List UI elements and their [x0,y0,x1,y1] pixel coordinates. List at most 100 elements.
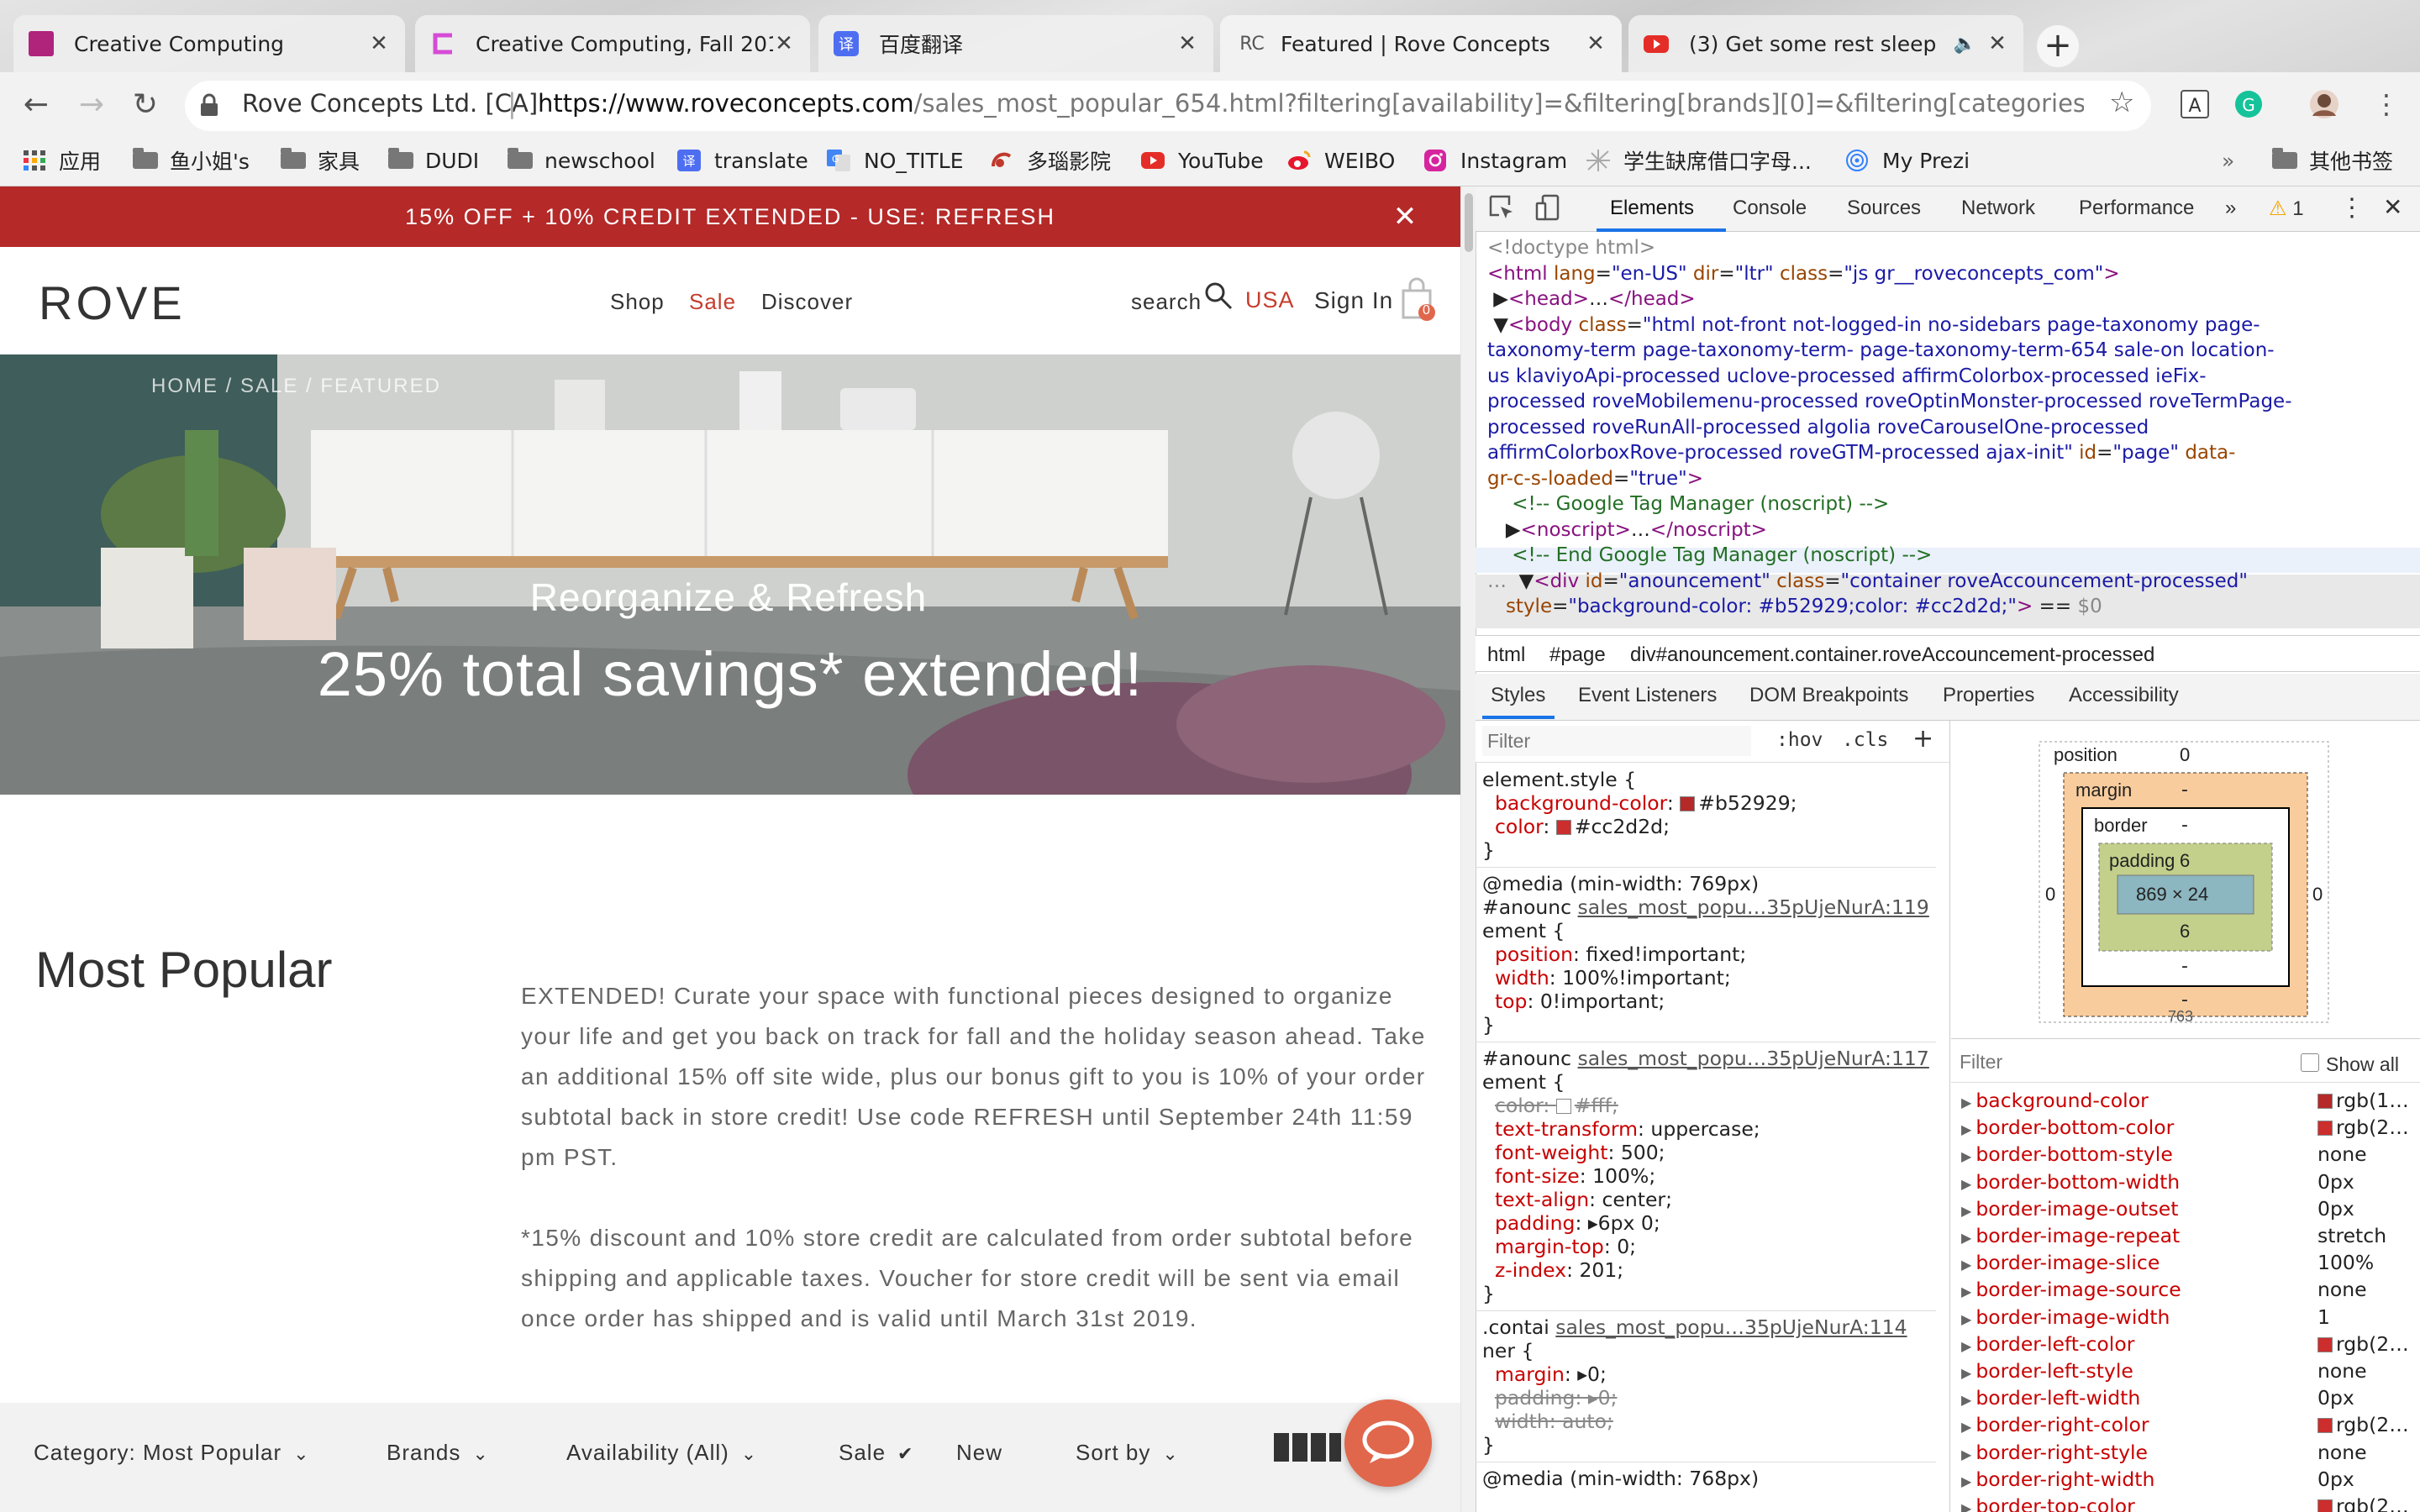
expand-arrow-icon[interactable]: ▶ [1961,1203,1975,1219]
tab-rove-concepts[interactable]: RC Featured | Rove Concepts ✕ [1220,15,1622,72]
crumb-anouncement[interactable]: div#anouncement.container.roveAccounceme… [1630,643,2154,667]
region-selector[interactable]: USA [1245,287,1295,313]
computed-row[interactable]: ▶ border-left-style none [1961,1357,2367,1387]
tab-network[interactable]: Network [1961,197,2035,220]
expand-arrow-icon[interactable]: ▶ [1961,1121,1975,1137]
bookmark-instagram[interactable]: Instagram [1423,141,1567,180]
grammarly-icon[interactable]: G [2232,87,2265,121]
bookmark-student[interactable]: 学生缺席借口字母... [1586,141,1812,180]
more-tabs[interactable]: » [2225,197,2236,220]
tab-creative-computing-fall[interactable]: Creative Computing, Fall 2018 ✕ [415,15,810,72]
subtab-accessibility[interactable]: Accessibility [2069,684,2179,707]
search-icon[interactable] [1203,281,1234,311]
crumb-page[interactable]: #page [1549,643,1606,667]
close-icon[interactable]: ✕ [1176,31,1198,56]
bookmark-youtube[interactable]: YouTube [1141,141,1264,180]
expand-arrow-icon[interactable]: ▶ [1961,1284,1975,1299]
expand-arrow-icon[interactable]: ▶ [1961,1338,1975,1354]
tab-youtube[interactable]: (3) Get some rest sleep we 🔈 ✕ [1628,15,2023,72]
category-filter[interactable]: Category: Most Popular ⌄ [34,1440,310,1466]
expand-arrow-icon[interactable]: ▶ [1961,1176,1975,1192]
style-rules[interactable]: element.style { background-color: #b5292… [1476,768,1936,1490]
show-all-checkbox[interactable] [2301,1053,2319,1072]
close-icon[interactable]: ✕ [1390,202,1420,232]
styles-filter-input[interactable] [1482,726,1751,756]
color-swatch[interactable] [2317,1499,2333,1512]
chat-button[interactable] [1344,1399,1432,1487]
subtab-dom-breakpoints[interactable]: DOM Breakpoints [1749,684,1908,707]
back-arrow-icon[interactable]: ← [17,86,55,124]
nav-discover[interactable]: Discover [761,289,853,315]
speaker-icon[interactable]: 🔈 [1954,34,1976,55]
device-toggle-icon[interactable] [1534,193,1563,222]
profile-avatar[interactable] [2307,87,2341,121]
new-tab-button[interactable]: + [2037,25,2079,67]
expand-arrow-icon[interactable]: ▶ [1961,1446,1975,1462]
expand-arrow-icon[interactable]: ▶ [1961,1419,1975,1435]
computed-row[interactable]: ▶ border-right-color rgb(2… [1961,1411,2409,1441]
nav-shop[interactable]: Shop [610,289,665,315]
sale-toggle[interactable]: Sale ✔ [839,1440,913,1466]
site-identity[interactable]: Rove Concepts Ltd. [CA] [242,89,538,118]
close-icon[interactable]: ✕ [773,31,795,56]
expand-arrow-icon[interactable]: ▶ [1961,1230,1975,1246]
menu-kebab-icon[interactable]: ⋮ [2370,87,2403,121]
brands-filter[interactable]: Brands ⌄ [387,1440,489,1466]
color-swatch[interactable] [2317,1336,2333,1352]
bookmark-folder-4[interactable]: newschool [508,141,655,180]
breadcrumb[interactable]: HOME / SALE / FEATURED [151,375,441,398]
translate-extension-icon[interactable]: A [2178,87,2212,121]
color-swatch[interactable] [2317,1094,2333,1109]
color-swatch[interactable] [2317,1121,2333,1137]
expand-arrow-icon[interactable]: ▶ [1961,1392,1975,1408]
more-bookmarks[interactable]: » [2222,141,2234,180]
dom-tree[interactable]: <!doctype html> <html lang="en-US" dir="… [1487,235,2292,620]
reload-icon[interactable]: ↻ [126,86,165,124]
lock-icon[interactable] [198,92,220,118]
bookmark-folder-2[interactable]: 家具 [281,141,360,180]
subtab-event-listeners[interactable]: Event Listeners [1578,684,1717,707]
tab-console[interactable]: Console [1733,197,1807,220]
url-text[interactable]: https://www.roveconcepts.com/sales_most_… [538,89,2084,118]
close-devtools-icon[interactable]: ✕ [2383,193,2402,221]
bookmark-apps[interactable]: 应用 [22,141,101,180]
subtab-properties[interactable]: Properties [1943,684,2034,707]
expand-arrow-icon[interactable]: ▶ [1961,1473,1975,1489]
bookmark-prezi[interactable]: My Prezi [1845,141,1970,180]
bookmark-folder-1[interactable]: 鱼小姐's [133,141,250,180]
sign-in-link[interactable]: Sign In [1314,287,1393,314]
expand-arrow-icon[interactable]: ▶ [1961,1095,1975,1110]
computed-row[interactable]: ▶ border-image-outset 0px [1961,1195,2354,1225]
computed-row[interactable]: ▶ border-bottom-width 0px [1961,1168,2354,1198]
warning-icon[interactable]: ⚠ 1 [2269,197,2304,221]
grid-view-icon[interactable] [1274,1433,1341,1462]
search-label[interactable]: search [1131,289,1202,315]
close-icon[interactable]: ✕ [1585,31,1607,56]
tab-performance[interactable]: Performance [2079,197,2194,220]
computed-row[interactable]: ▶ border-bottom-color rgb(2… [1961,1114,2409,1143]
computed-row[interactable]: ▶ border-bottom-style none [1961,1141,2367,1170]
hov-toggle[interactable]: :hov [1776,729,1823,751]
cart-icon[interactable]: 0 [1398,276,1437,323]
computed-row[interactable]: ▶ border-left-color rgb(2… [1961,1331,2409,1360]
computed-filter-input[interactable] [1960,1047,2212,1077]
tab-creative-computing[interactable]: Creative Computing ✕ [13,15,405,72]
computed-row[interactable]: ▶ border-right-width 0px [1961,1466,2354,1495]
page-scrollbar[interactable] [1460,186,1476,1512]
bookmark-folder-3[interactable]: DUDI [388,141,479,180]
tab-elements[interactable]: Elements [1610,197,1694,220]
bookmark-no-title[interactable]: G NO_TITLE [827,141,964,180]
new-rule-button[interactable]: + [1912,724,1933,753]
close-icon[interactable]: ✕ [1986,31,2008,56]
subtab-styles[interactable]: Styles [1491,684,1545,707]
expand-arrow-icon[interactable]: ▶ [1961,1148,1975,1164]
computed-row[interactable]: ▶ background-color rgb(1… [1961,1087,2409,1116]
computed-row[interactable]: ▶ border-left-width 0px [1961,1384,2354,1414]
computed-row[interactable]: ▶ border-right-style none [1961,1439,2367,1468]
expand-arrow-icon[interactable]: ▶ [1961,1257,1975,1273]
expand-arrow-icon[interactable]: ▶ [1961,1365,1975,1381]
computed-row[interactable]: ▶ border-image-slice 100% [1961,1249,2374,1278]
bookmark-film[interactable]: 多瑙影院 [990,141,1111,180]
color-swatch[interactable] [2317,1418,2333,1434]
computed-row[interactable]: ▶ border-image-width 1 [1961,1304,2330,1333]
